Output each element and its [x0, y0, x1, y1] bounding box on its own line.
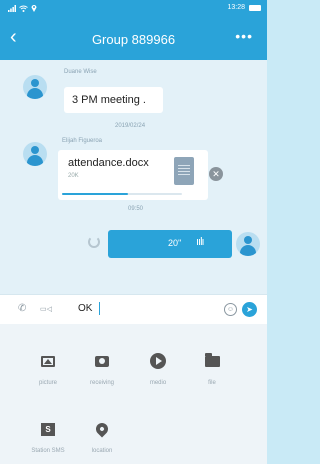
- chat-header: ‹ Group 889966 •••: [0, 18, 267, 60]
- file-message[interactable]: attendance.docx 20K: [58, 150, 208, 200]
- group-title: Group 889966: [91, 32, 176, 47]
- send-button[interactable]: ➤: [242, 302, 257, 317]
- voice-message[interactable]: 20'' ıılı: [108, 230, 232, 258]
- file-size: 20K: [68, 173, 79, 179]
- loading-spinner-icon: [88, 236, 100, 248]
- time-divider: 09:50: [128, 206, 144, 212]
- document-icon: [174, 157, 194, 185]
- avatar[interactable]: [236, 232, 260, 256]
- tool-label: location: [91, 448, 113, 454]
- message-sender: Elijah Figueroa: [62, 138, 103, 144]
- upload-progress-bar: [62, 193, 182, 195]
- tool-station-sms[interactable]: S Station SMS: [26, 414, 70, 454]
- tool-picture[interactable]: picture: [26, 346, 70, 386]
- cancel-upload-icon[interactable]: ✕: [209, 167, 223, 181]
- message-text: 3 PM meeting .: [72, 94, 146, 106]
- avatar[interactable]: [23, 75, 47, 99]
- tool-media[interactable]: medio: [136, 346, 180, 386]
- chat-area[interactable]: Duane Wise 3 PM meeting . 2019/02/24 Eli…: [0, 60, 267, 294]
- status-time: 13:28: [227, 4, 245, 11]
- voice-wave-icon: ıılı: [196, 236, 205, 248]
- upload-progress-fill: [62, 193, 128, 195]
- date-divider: 2019/02/24: [115, 123, 146, 129]
- tool-label: picture: [38, 380, 57, 386]
- sms-icon: S: [41, 422, 55, 436]
- play-icon: [150, 353, 166, 369]
- voice-duration: 20'': [168, 238, 182, 248]
- folder-icon: [204, 352, 220, 367]
- file-name: attendance.docx: [68, 157, 149, 169]
- tool-location[interactable]: location: [80, 414, 124, 454]
- location-pin-icon: [31, 4, 37, 14]
- tool-camera[interactable]: receiving: [80, 346, 124, 386]
- battery-icon: [249, 4, 261, 11]
- avatar[interactable]: [23, 142, 47, 166]
- signal-icon: [8, 4, 16, 14]
- picture-icon: [41, 355, 55, 367]
- tool-label: medio: [149, 380, 167, 386]
- tool-label: receiving: [89, 380, 114, 386]
- video-icon[interactable]: ▭◁: [40, 305, 52, 313]
- text-caret: [99, 302, 100, 315]
- tools-panel: picture receiving medio file S Station S…: [0, 324, 267, 464]
- message-input-bar: ✆ ▭◁ OK ☺ ➤: [0, 294, 267, 324]
- phone-icon[interactable]: ✆: [18, 303, 26, 314]
- more-menu-button[interactable]: •••: [235, 28, 253, 44]
- tool-label: file: [208, 380, 216, 386]
- tool-file[interactable]: file: [190, 346, 234, 386]
- message-bubble[interactable]: 3 PM meeting .: [64, 87, 163, 113]
- status-bar: 13:28: [0, 0, 267, 18]
- tool-label: Station SMS: [31, 448, 65, 454]
- message-input[interactable]: OK: [78, 303, 92, 314]
- wifi-icon: [19, 5, 28, 14]
- camera-icon: [95, 355, 109, 367]
- location-pin-icon: [93, 420, 111, 438]
- message-sender: Duane Wise: [64, 69, 97, 75]
- emoji-icon[interactable]: ☺: [224, 303, 237, 316]
